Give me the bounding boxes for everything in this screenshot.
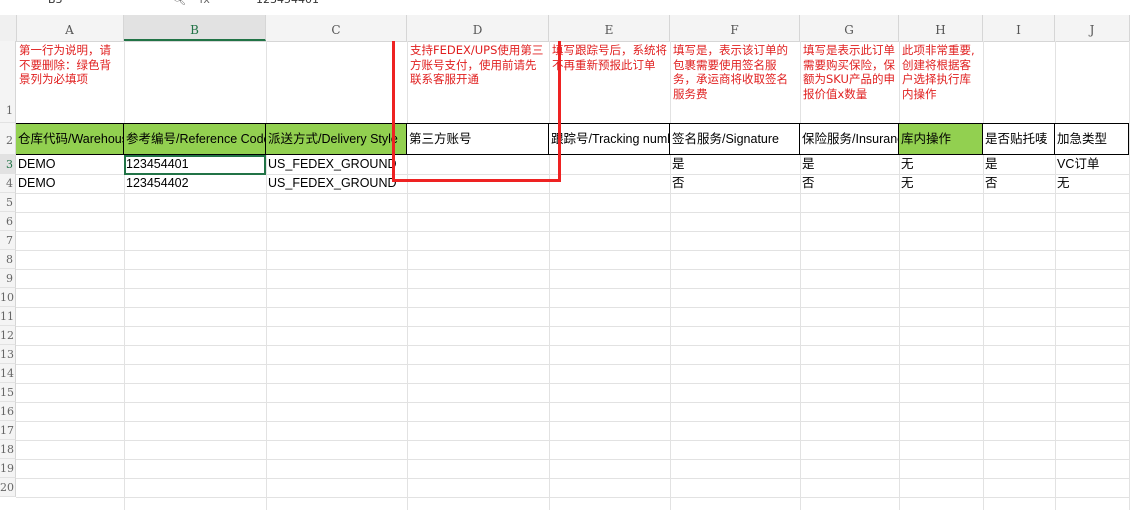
formula-bar: B3 🔍︎ fx 123454401 <box>0 0 1130 16</box>
row-header-19[interactable]: 19 <box>0 459 16 478</box>
row-header-5[interactable]: 5 <box>0 193 16 212</box>
grid-line <box>124 41 125 510</box>
data-cell-h4[interactable]: 无 <box>899 174 983 193</box>
row-header-4[interactable]: 4 <box>0 174 16 193</box>
header-cell-pallet-label[interactable]: 是否贴托唛 <box>983 123 1055 155</box>
column-header-g[interactable]: G <box>800 15 899 41</box>
data-cell-e4[interactable] <box>549 174 670 193</box>
grid-lines <box>16 174 1130 510</box>
fx-icon[interactable]: fx <box>199 0 209 6</box>
row-header-16[interactable]: 16 <box>0 402 16 421</box>
note-cell-f1[interactable]: 填写是，表示该订单的包裹需要使用签名服务，承运商将收取签名服务费 <box>670 41 800 123</box>
header-cell-insurance[interactable]: 保险服务/Insurance <box>800 123 899 155</box>
note-cell-a1[interactable]: 第一行为说明，请不要删除：绿色背景列为必填项 <box>16 41 124 123</box>
name-box[interactable]: B3 <box>48 0 63 6</box>
column-header-row: A B C D E F G H I J <box>0 15 1130 42</box>
row-header-12[interactable]: 12 <box>0 326 16 345</box>
row-header-2[interactable]: 2 <box>0 123 16 155</box>
sheet-grid[interactable]: 第一行为说明，请不要删除：绿色背景列为必填项 支持FEDEX/UPS使用第三方账… <box>16 41 1130 510</box>
data-cell-j3[interactable]: VC订单 <box>1055 155 1129 174</box>
select-all-corner[interactable] <box>0 15 17 41</box>
note-cell-h1[interactable]: 此项非常重要,创建将根据客户选择执行库内操作 <box>899 41 983 123</box>
data-cell-i4[interactable]: 否 <box>983 174 1055 193</box>
data-cell-f3[interactable]: 是 <box>670 155 800 174</box>
data-cell-g4[interactable]: 否 <box>800 174 899 193</box>
formula-input[interactable]: 123454401 <box>256 0 319 6</box>
note-cell-g1[interactable]: 填写是表示此订单需要购买保险，保额为SKU产品的申报价值x数量 <box>800 41 899 123</box>
row-header-15[interactable]: 15 <box>0 383 16 402</box>
data-cell-j4[interactable]: 无 <box>1055 174 1129 193</box>
column-header-j[interactable]: J <box>1055 15 1130 41</box>
row-header-13[interactable]: 13 <box>0 345 16 364</box>
column-header-h[interactable]: H <box>899 15 983 41</box>
header-cell-tracking-number[interactable]: 跟踪号/Tracking number <box>549 123 670 155</box>
active-cell-selection <box>124 155 266 175</box>
header-cell-signature[interactable]: 签名服务/Signature <box>670 123 800 155</box>
row-header-14[interactable]: 14 <box>0 364 16 383</box>
header-cell-delivery-style[interactable]: 派送方式/Delivery Style <box>266 123 407 155</box>
data-cell-b4[interactable]: 123454402 <box>124 174 266 193</box>
row-header-18[interactable]: 18 <box>0 440 16 459</box>
column-header-c[interactable]: C <box>266 15 407 41</box>
data-cell-i3[interactable]: 是 <box>983 155 1055 174</box>
row-header-9[interactable]: 9 <box>0 269 16 288</box>
row-header-8[interactable]: 8 <box>0 250 16 269</box>
header-cell-warehouse-operation[interactable]: 库内操作 <box>899 123 983 155</box>
data-cell-f4[interactable]: 否 <box>670 174 800 193</box>
data-cell-a4[interactable]: DEMO <box>16 174 124 193</box>
data-cell-c4[interactable]: US_FEDEX_GROUND <box>266 174 407 193</box>
column-header-f[interactable]: F <box>670 15 800 41</box>
highlight-annotation-box <box>392 41 561 182</box>
header-cell-reference-code[interactable]: 参考编号/Reference Code <box>124 123 266 155</box>
row-header-11[interactable]: 11 <box>0 307 16 326</box>
header-cell-warehouse[interactable]: 仓库代码/Warehouse <box>16 123 124 155</box>
row-header-17[interactable]: 17 <box>0 421 16 440</box>
row-header-6[interactable]: 6 <box>0 212 16 231</box>
note-cell-e1[interactable]: 填写跟踪号后，系统将不再重新预报此订单 <box>549 41 670 123</box>
grid-line <box>983 41 984 510</box>
column-header-d[interactable]: D <box>407 15 549 41</box>
row-header-20[interactable]: 20 <box>0 478 16 497</box>
search-icon[interactable]: 🔍︎ <box>172 0 186 6</box>
data-cell-g3[interactable]: 是 <box>800 155 899 174</box>
column-header-a[interactable]: A <box>16 15 124 41</box>
formula-icons: 🔍︎ fx <box>172 0 220 6</box>
grid-line <box>266 41 267 510</box>
row-header-3[interactable]: 3 <box>0 155 16 174</box>
header-cell-urgent-type[interactable]: 加急类型 <box>1055 123 1129 155</box>
row-header-1[interactable]: 1 <box>0 41 16 123</box>
column-header-e[interactable]: E <box>549 15 670 41</box>
data-cell-h3[interactable]: 无 <box>899 155 983 174</box>
row-header-7[interactable]: 7 <box>0 231 16 250</box>
data-cell-a3[interactable]: DEMO <box>16 155 124 174</box>
column-header-i[interactable]: I <box>983 15 1055 41</box>
grid-line <box>1055 41 1056 510</box>
data-cell-c3[interactable]: US_FEDEX_GROUND <box>266 155 407 174</box>
row-header-10[interactable]: 10 <box>0 288 16 307</box>
data-cell-e3[interactable] <box>549 155 670 174</box>
column-header-b[interactable]: B <box>124 15 266 41</box>
